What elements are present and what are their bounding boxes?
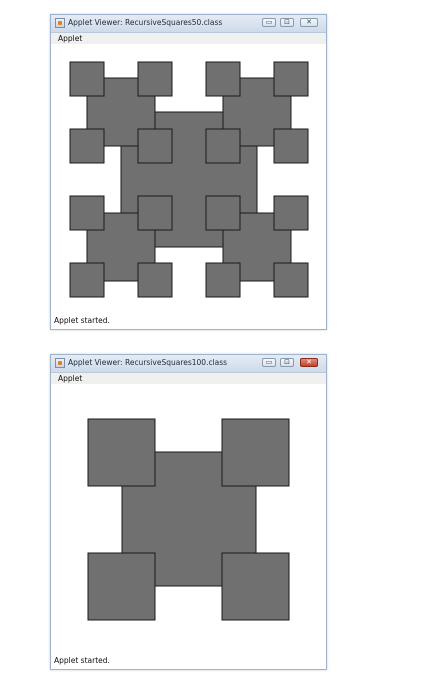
square-level3 xyxy=(69,262,105,298)
square-level3 xyxy=(273,262,309,298)
square-level3 xyxy=(205,128,241,164)
square-level2 xyxy=(87,552,156,621)
square-level2 xyxy=(87,418,156,487)
square-level3 xyxy=(205,61,241,97)
square-level2 xyxy=(221,552,290,621)
square-level3 xyxy=(137,262,173,298)
square-level3 xyxy=(69,195,105,231)
square-level3 xyxy=(137,61,173,97)
square-level3 xyxy=(69,61,105,97)
applet-canvas xyxy=(69,61,309,298)
square-level3 xyxy=(205,195,241,231)
square-level3 xyxy=(137,128,173,164)
square-level2 xyxy=(221,418,290,487)
status-bar-text: Applet started. xyxy=(54,656,110,665)
square-level3 xyxy=(137,195,173,231)
square-level3 xyxy=(69,128,105,164)
status-bar-text: Applet started. xyxy=(54,316,110,325)
square-level3 xyxy=(273,195,309,231)
square-level3 xyxy=(205,262,241,298)
square-level3 xyxy=(273,61,309,97)
applet-canvas xyxy=(87,418,290,621)
applet-viewer-window-100: Applet Viewer: RecursiveSquares100.class… xyxy=(50,354,327,670)
square-level3 xyxy=(273,128,309,164)
applet-viewer-window-50: Applet Viewer: RecursiveSquares50.class … xyxy=(50,14,327,330)
